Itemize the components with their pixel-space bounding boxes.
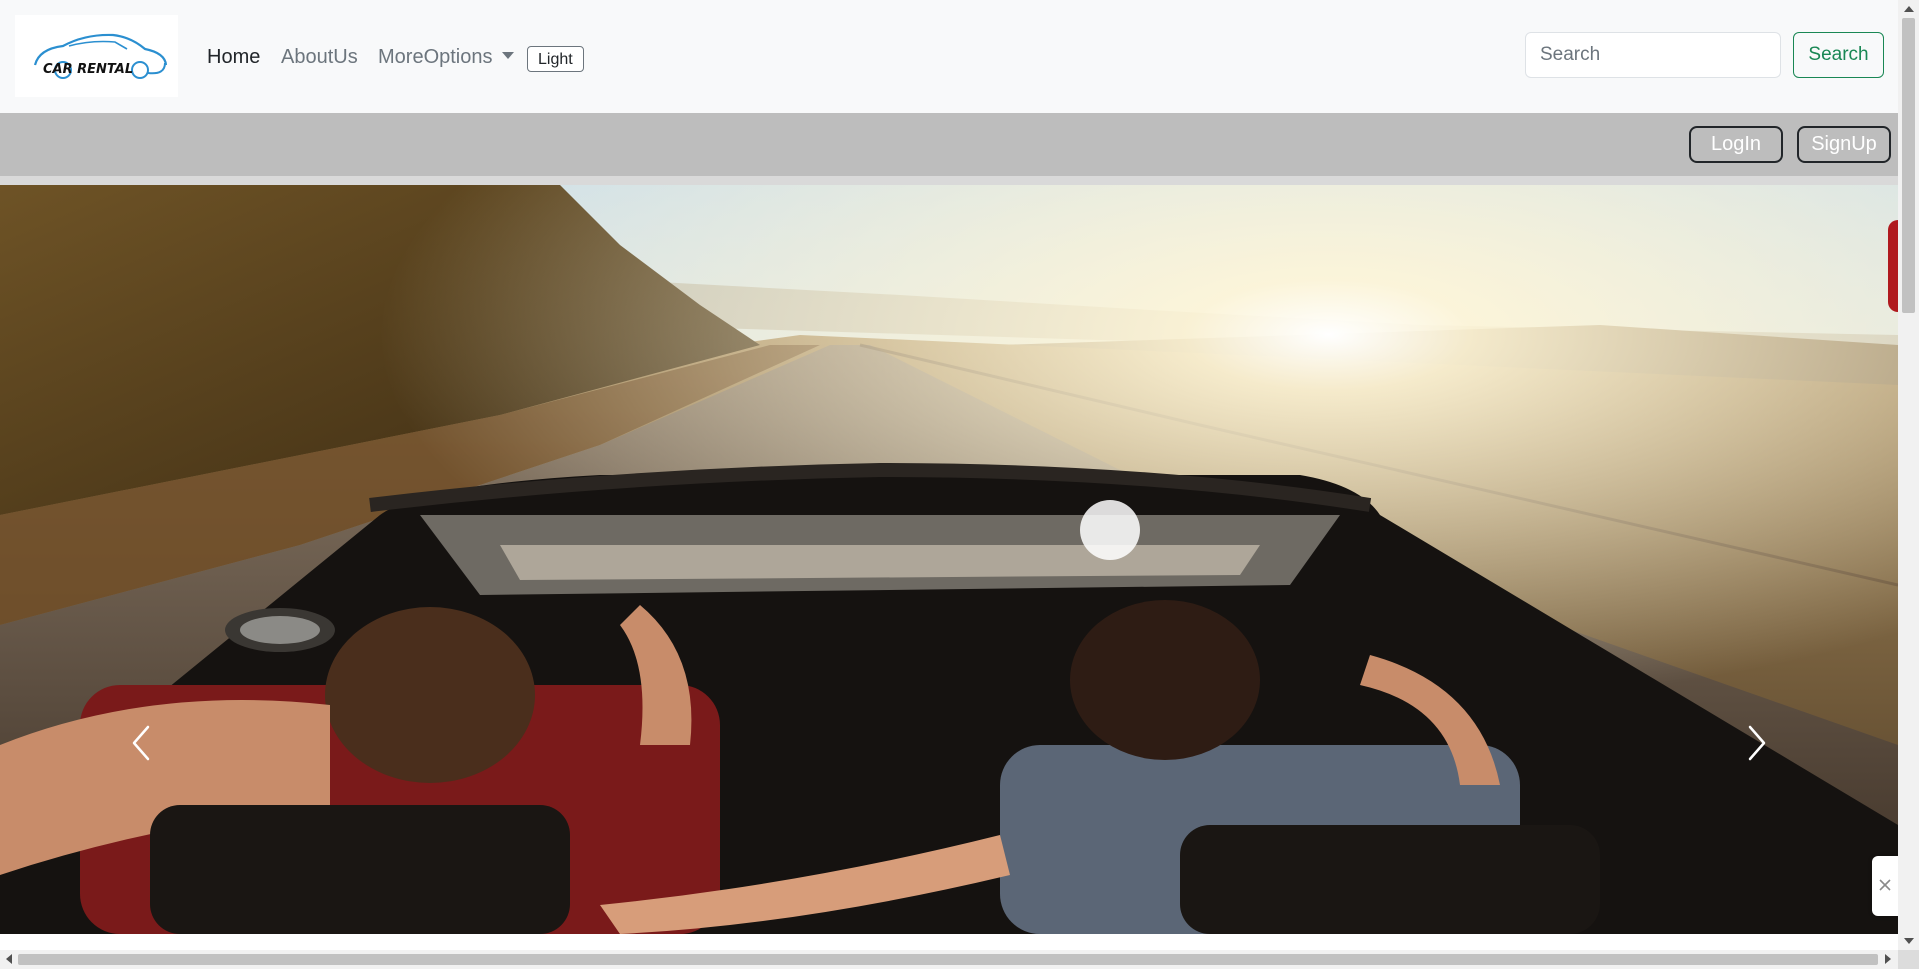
brand-logo[interactable]: CAR RENTAL [15, 15, 178, 97]
nav-aboutus[interactable]: AboutUs [281, 45, 358, 69]
hero-carousel[interactable] [0, 185, 1898, 934]
vertical-scroll-thumb[interactable] [1902, 18, 1915, 313]
logo-text: CAR RENTAL [43, 62, 133, 77]
nav-moreoptions-label: MoreOptions [378, 46, 493, 68]
carousel-prev-button[interactable] [112, 705, 172, 785]
nav-home[interactable]: Home [207, 45, 260, 69]
theme-toggle-button[interactable]: Light [527, 46, 584, 72]
horizontal-scrollbar[interactable] [0, 950, 1919, 969]
scroll-up-icon[interactable] [1904, 6, 1914, 12]
scroll-down-icon[interactable] [1904, 938, 1914, 944]
carousel-slide-image [0, 185, 1898, 934]
auth-bar: LogIn SignUp [0, 113, 1898, 176]
side-feedback-tab[interactable] [1888, 220, 1898, 312]
caret-down-icon [501, 52, 514, 59]
floating-widget[interactable] [1872, 856, 1898, 916]
chevron-left-icon [132, 725, 150, 761]
vertical-scrollbar[interactable] [1898, 0, 1919, 950]
top-navbar: CAR RENTAL Home AboutUs MoreOptions Ligh… [0, 0, 1898, 113]
nav-moreoptions-dropdown[interactable]: MoreOptions [378, 45, 514, 69]
scrollbar-corner [1898, 950, 1919, 969]
carousel-next-button[interactable] [1726, 705, 1786, 785]
signup-button[interactable]: SignUp [1797, 126, 1891, 163]
divider [0, 176, 1898, 185]
search-button[interactable]: Search [1793, 32, 1884, 78]
scroll-right-icon[interactable] [1885, 954, 1891, 964]
scroll-left-icon[interactable] [6, 954, 12, 964]
chevron-right-icon [1748, 725, 1766, 761]
car-logo-icon: CAR RENTAL [33, 33, 168, 79]
search-input[interactable] [1525, 32, 1781, 78]
login-button[interactable]: LogIn [1689, 126, 1783, 163]
widget-icon [1879, 879, 1891, 891]
horizontal-scroll-thumb[interactable] [18, 954, 1878, 965]
